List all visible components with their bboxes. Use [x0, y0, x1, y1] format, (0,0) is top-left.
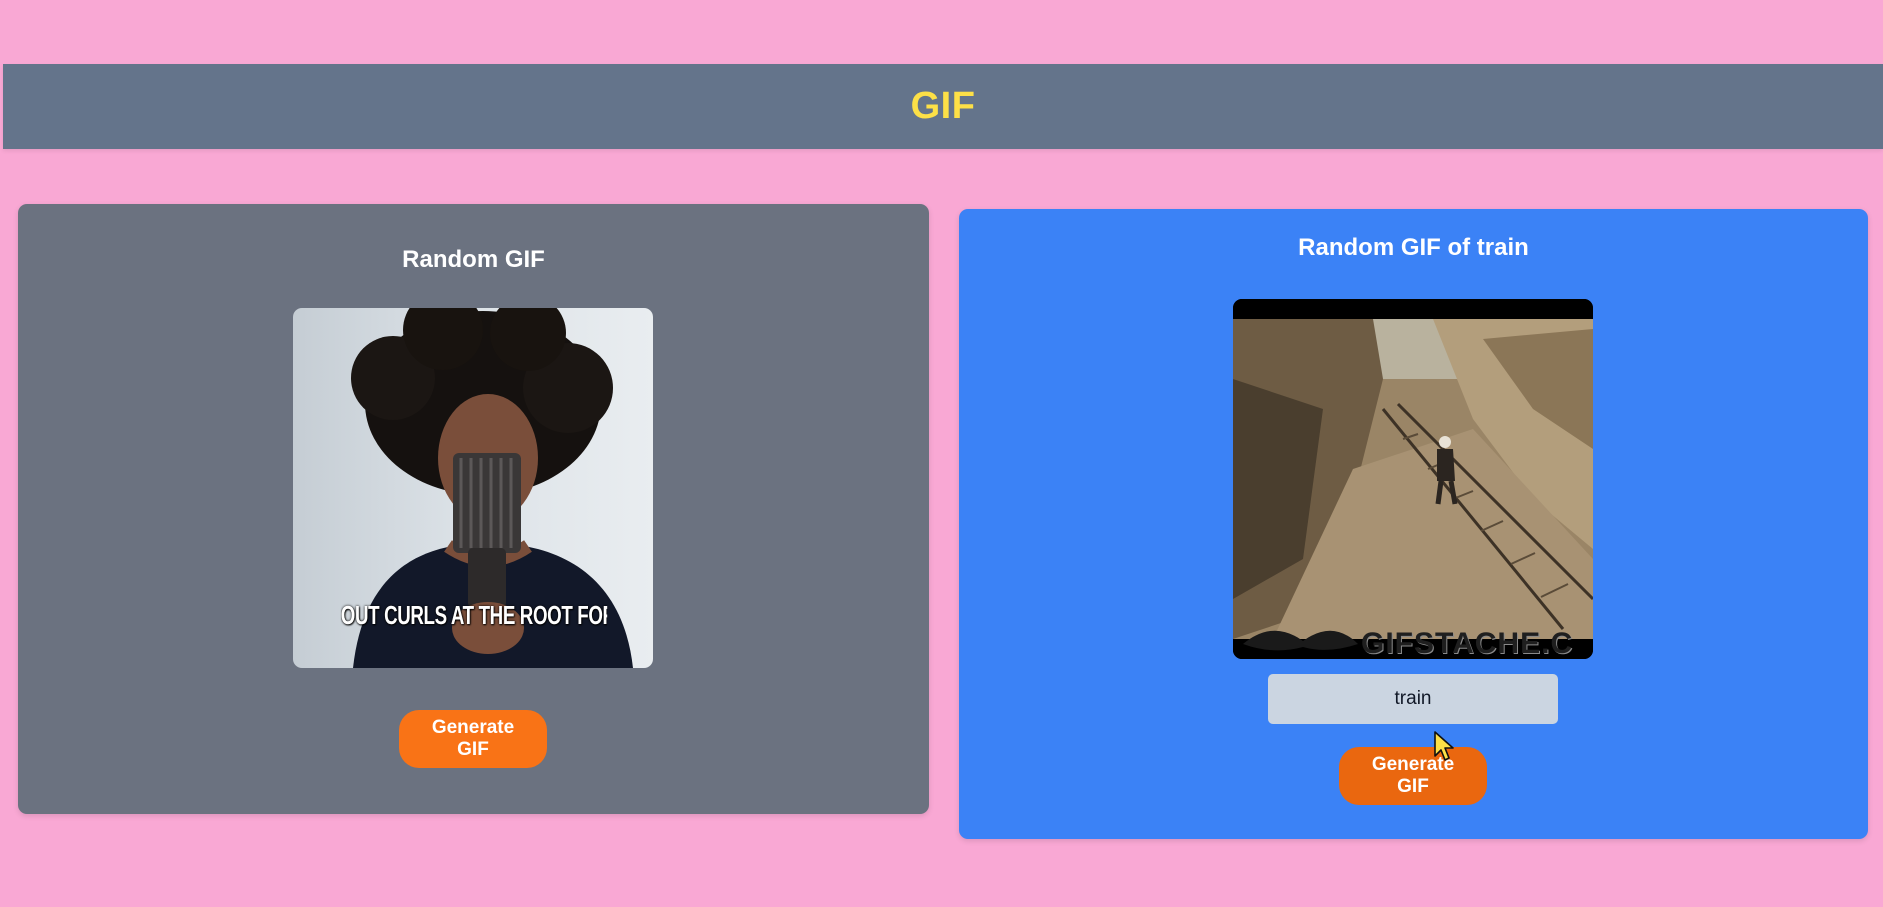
- tag-generate-button[interactable]: Generate GIF: [1339, 747, 1487, 805]
- tag-gif-title: Random GIF of train: [1298, 234, 1529, 261]
- random-gif-card: Random GIF OUT CURLS AT THE ROOT FO Gene…: [18, 204, 929, 814]
- tag-gif-image: GIFSTACHE.C: [1233, 299, 1593, 659]
- gif-watermark: GIFSTACHE.C: [1361, 627, 1574, 659]
- app-header: GIF: [3, 64, 1883, 149]
- tag-gif-card: Random GIF of train GIFSTACHE.C train Ge…: [959, 209, 1868, 839]
- cursor-arrow-icon: [1434, 731, 1454, 761]
- tag-search-input[interactable]: [1268, 674, 1558, 724]
- random-gif-title: Random GIF: [402, 246, 545, 273]
- page-title: GIF: [910, 85, 976, 127]
- random-generate-button[interactable]: Generate GIF: [399, 710, 547, 768]
- gif-caption: OUT CURLS AT THE ROOT FOR ADDED VO: [340, 600, 607, 630]
- random-gif-image: OUT CURLS AT THE ROOT FOR ADDED VO: [293, 308, 653, 668]
